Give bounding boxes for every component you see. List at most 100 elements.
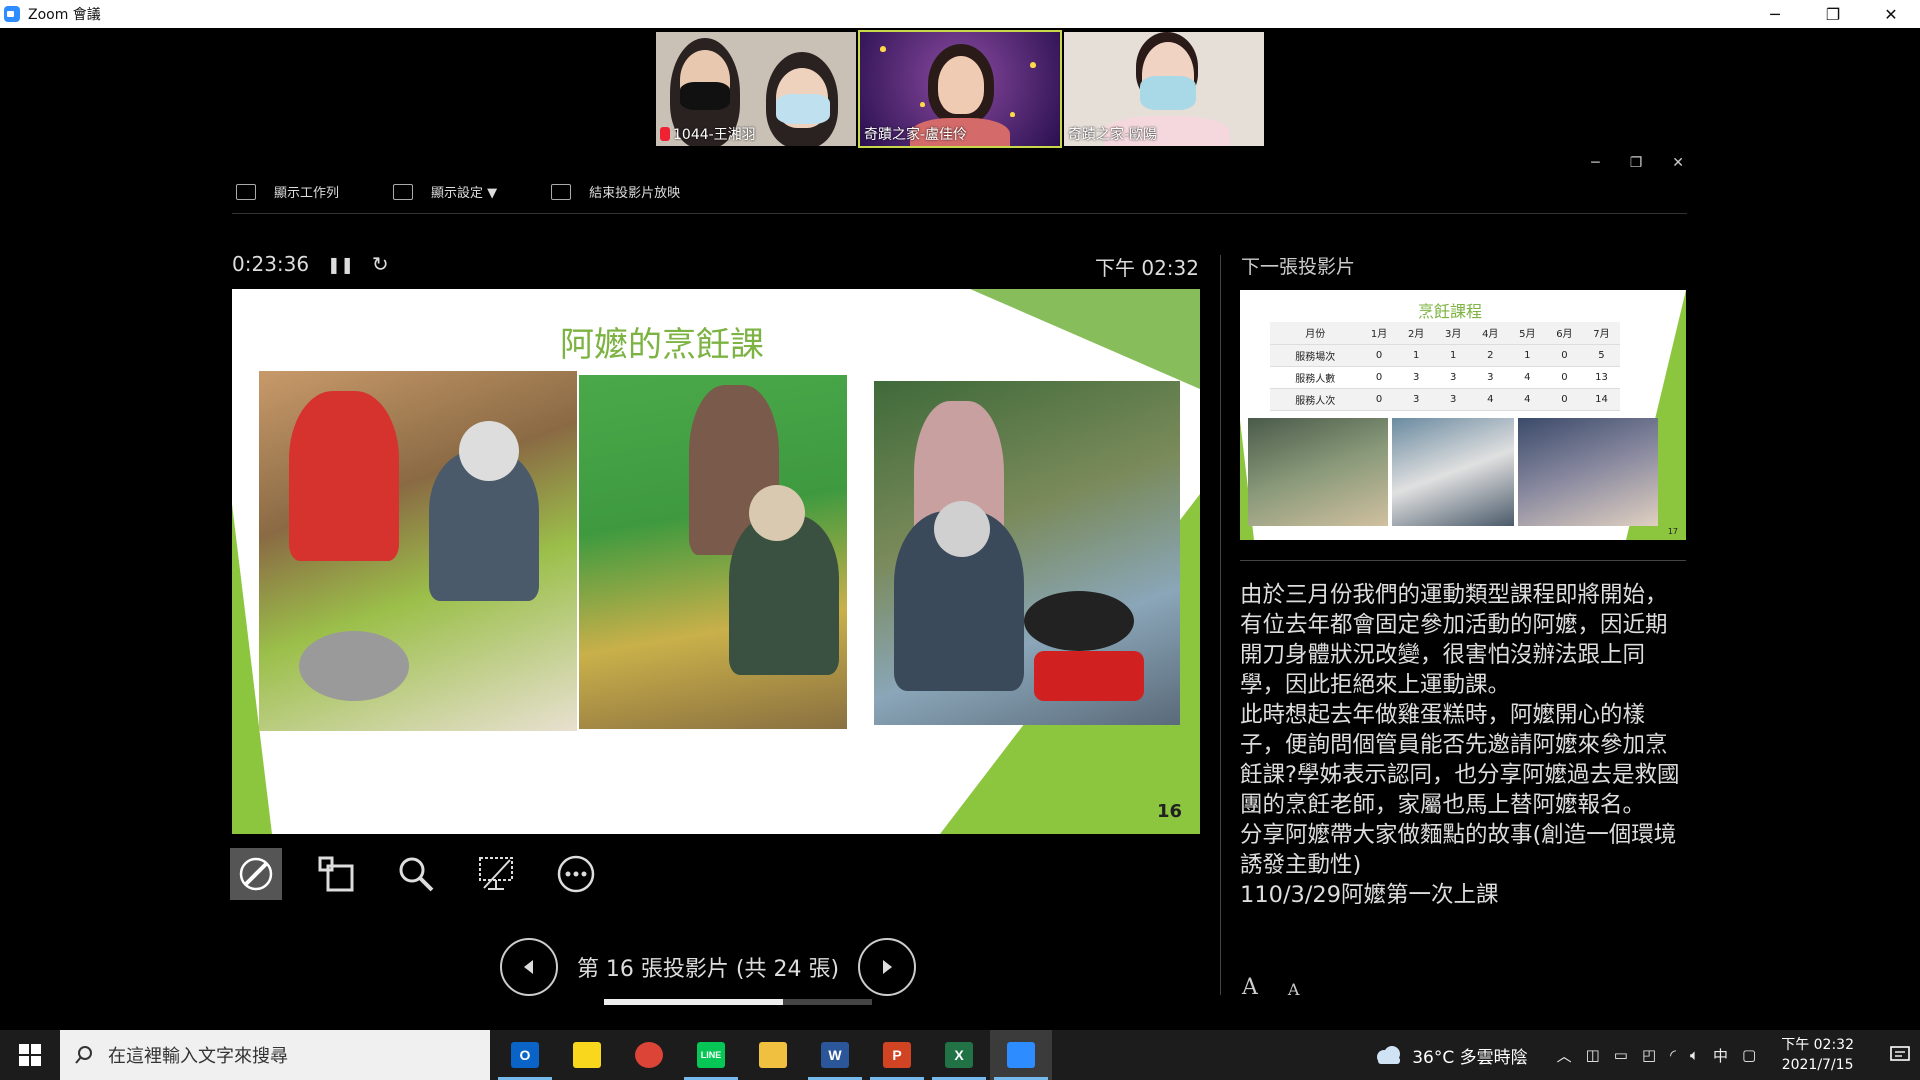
black-screen-button[interactable] [470,848,522,900]
more-icon [557,855,595,893]
meet-icon[interactable]: ◫ [1586,1046,1600,1064]
taskbar-app-chrome[interactable] [618,1030,680,1080]
table-cell: 3 [1434,388,1472,411]
next-slide-title: 烹飪課程 [1417,302,1482,321]
notification-center-button[interactable] [1880,1046,1920,1064]
ime-indicator[interactable]: 中 [1713,1045,1728,1066]
slide-photo-2 [579,375,847,729]
grid-icon [318,856,354,892]
zoom-slide-button[interactable] [390,848,442,900]
chrome-icon [635,1042,663,1068]
next-slide-preview[interactable]: 烹飪課程 月份 1月 2月 3月 4月 5月 6月 7月 服務場次 0 1 1 2 1 0 5 服務人數 0 3 3… [1240,290,1686,540]
mask [1140,76,1196,110]
video-tile-2[interactable]: 奇蹟之家-盧佳伶 [858,30,1062,148]
photo-person-face [749,485,805,541]
windows-icon [19,1044,41,1066]
chevron-up-icon[interactable]: ︿ [1557,1045,1572,1066]
display-settings-button[interactable]: 顯示設定 ▼ [393,182,497,201]
volume-icon[interactable]: 🔈︎ [1690,1046,1699,1064]
notes-paragraph: 110/3/29阿嬤第一次上課 [1240,882,1499,908]
participant-face [938,56,984,114]
close-button[interactable]: ✕ [1862,0,1920,28]
taskbar-search[interactable]: 在這裡輸入文字來搜尋 [60,1030,490,1080]
ime-mode-icon[interactable]: ▢ [1742,1046,1756,1064]
notes-paragraph: 此時想起去年做雞蛋糕時，阿嬤開心的樣子，便詢問個管員能否先邀請阿嬤來參加烹飪課?… [1240,702,1680,818]
line-icon: LINE [697,1042,725,1068]
zoom-icon [1007,1042,1035,1068]
video-tile-3[interactable]: 奇蹟之家-歐陽 [1064,32,1264,146]
more-options-button[interactable] [550,848,602,900]
notes-paragraph: 分享阿嬤帶大家做麵點的故事(創造一個環境 誘發主動性) [1240,822,1684,878]
presenter-restore-button[interactable]: ❐ [1630,155,1643,171]
slide-counter: 第 16 張投影片 (共 24 張) [576,957,840,982]
taskbar-app-excel[interactable]: X [928,1030,990,1080]
speaker-notes[interactable]: 由於三月份我們的運動類型課程即將開始，有位去年都會固定參加活動的阿嬤，因近期開刀… [1240,580,1688,910]
video-strip: 1044-王湘羽 奇蹟之家-盧佳伶 奇蹟之家-歐陽 [656,30,1264,148]
table-cell: 4 [1508,388,1546,411]
pause-icon[interactable]: ❚❚ [327,255,354,274]
search-icon [75,1046,92,1064]
next-slide-label: 下一張投影片 [1241,256,1356,278]
photo-person-face [459,421,519,481]
end-slideshow-button[interactable]: 結束投影片放映 [551,182,680,201]
presenter-close-button[interactable]: ✕ [1672,155,1684,171]
table-header-cell: 5月 [1508,322,1546,345]
increase-font-button[interactable]: A [1242,975,1258,1000]
table-cell: 1 [1434,344,1472,367]
network-drive-icon[interactable]: ◰ [1642,1046,1656,1064]
pane-divider [1220,255,1221,995]
taskbar-clock[interactable]: 下午 02:32 2021/7/15 [1781,1035,1854,1075]
table-cell: 4 [1471,388,1509,411]
table-cell: 1 [1508,344,1546,367]
zoom-app-icon [4,6,20,22]
next-slide-number: 17 [1667,527,1678,536]
decrease-font-button[interactable]: A [1288,980,1300,1000]
title-bar: Zoom 會議 ─ ❐ ✕ [0,0,1920,28]
pen-tool-button[interactable] [230,848,282,900]
star-icon [920,102,925,107]
weather-widget[interactable]: 36°C 多雲時陰 [1374,1043,1528,1068]
restore-button[interactable]: ❐ [1804,0,1862,28]
next-slide-button[interactable] [858,938,916,996]
wifi-icon[interactable]: ◜ [1670,1046,1676,1064]
taskbar-app-zoom[interactable] [990,1030,1052,1080]
taskbar-app-outlook[interactable]: O [494,1030,556,1080]
photo-bowl [299,631,409,701]
photo-person [289,391,399,561]
screen-off-icon [479,857,513,890]
table-cell: 4 [1508,366,1546,389]
restart-timer-icon[interactable]: ↻ [372,252,389,276]
file-explorer-icon [759,1042,787,1068]
taskbar-app-file-explorer[interactable] [742,1030,804,1080]
table-header-cell: 1月 [1360,322,1398,345]
participant-name: 1044-王湘羽 [673,127,756,143]
pen-icon [239,857,273,891]
video-tile-1[interactable]: 1044-王湘羽 [656,32,856,146]
next-slide-table: 月份 1月 2月 3月 4月 5月 6月 7月 服務場次 0 1 1 2 1 0 5 服務人數 0 3 3 3 4 0 13… [1270,322,1620,411]
taskbar-app-line[interactable]: LINE [680,1030,742,1080]
minimize-button[interactable]: ─ [1746,0,1804,28]
table-header-cell: 6月 [1545,322,1583,345]
chevron-right-icon [883,960,892,974]
taskbar-app-word[interactable]: W [804,1030,866,1080]
search-placeholder: 在這裡輸入文字來搜尋 [108,1046,288,1067]
presenter-minimize-button[interactable]: ─ [1591,155,1599,171]
slide-tools [230,848,602,900]
mask [776,94,830,124]
start-button[interactable] [0,1030,60,1080]
current-slide[interactable]: 阿嬤的烹飪課 16 [232,289,1200,834]
powerpoint-icon: P [883,1042,911,1068]
participant-name: 奇蹟之家-盧佳伶 [864,127,968,143]
table-row: 服務場次 0 1 1 2 1 0 5 [1270,344,1620,367]
taskbar-app-powerpoint[interactable]: P [866,1030,928,1080]
battery-icon[interactable]: ▭ [1614,1046,1628,1064]
star-icon [1010,112,1015,117]
show-taskbar-button[interactable]: 顯示工作列 [236,182,339,201]
taskbar: 在這裡輸入文字來搜尋 O LINE W P X 36°C 多雲時陰 ︿ ◫ ▭ ◰ ◜ … [0,1030,1920,1080]
see-all-slides-button[interactable] [310,848,362,900]
table-cell: 服務場次 [1270,344,1361,367]
mask [680,82,730,110]
table-header-cell: 月份 [1270,322,1361,345]
previous-slide-button[interactable] [500,938,558,996]
taskbar-app-sticky-notes[interactable] [556,1030,618,1080]
